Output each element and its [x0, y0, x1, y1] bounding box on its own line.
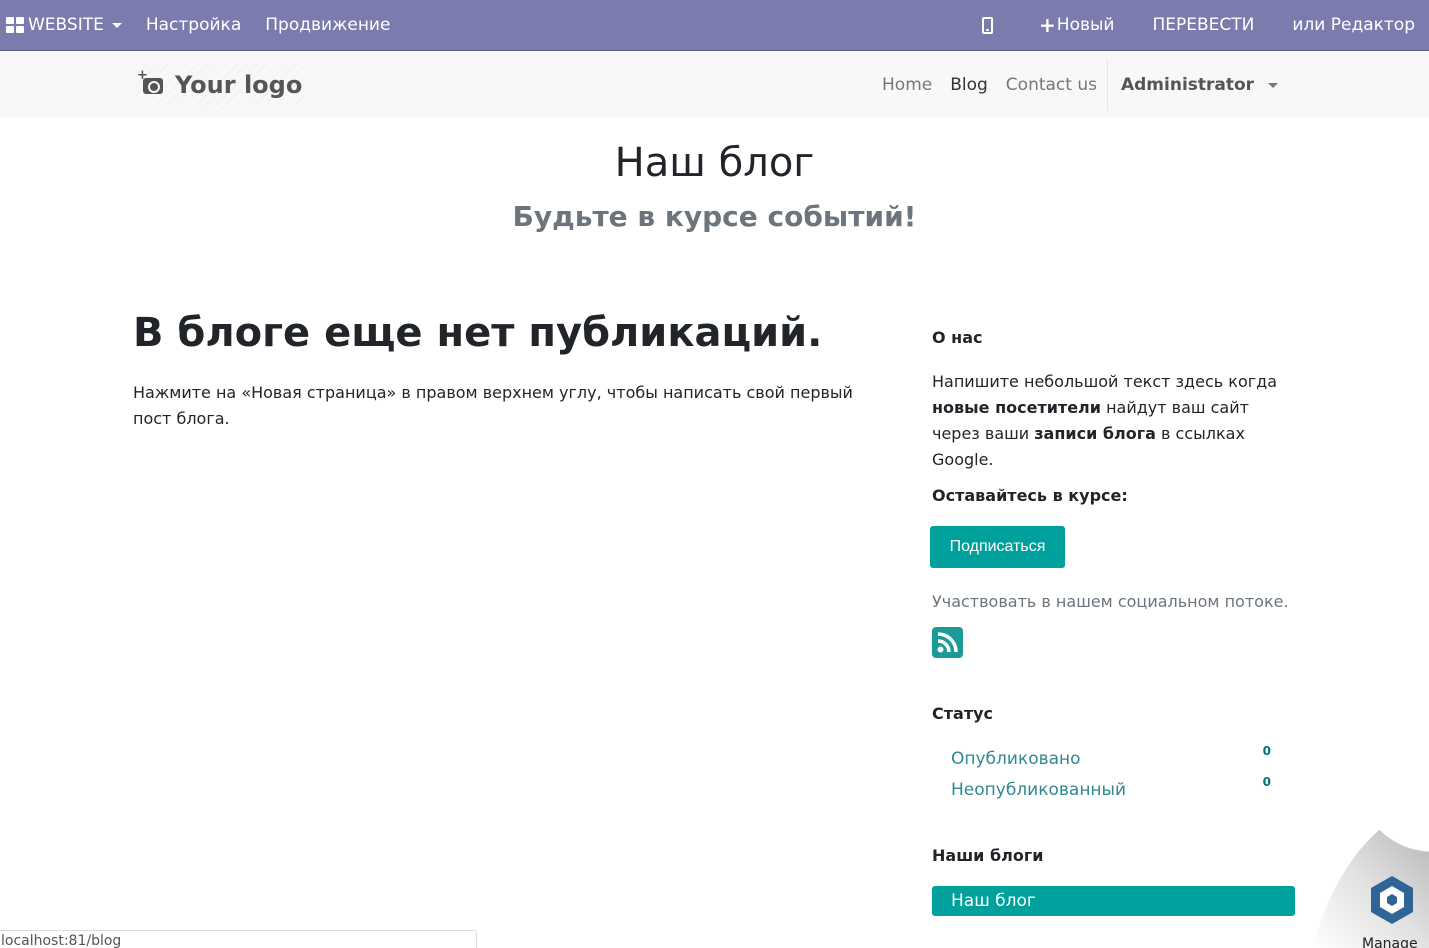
blog-title: Наш блог: [614, 140, 815, 186]
status-unpublished[interactable]: Неопубликованный 0: [951, 775, 1271, 800]
about-text-bold: записи блога: [1034, 424, 1156, 443]
new-label: Новый: [1056, 15, 1115, 35]
chevron-down-icon: [111, 22, 122, 28]
blogs-heading: Наши блоги: [932, 846, 1044, 865]
nav-contact[interactable]: Contact us: [997, 75, 1106, 95]
status-heading: Статус: [932, 704, 993, 723]
apps-grid-icon: [6, 17, 24, 33]
site-logo[interactable]: + Your logo: [133, 60, 308, 110]
user-name: Administrator: [1120, 75, 1255, 95]
status-label: Неопубликованный: [951, 780, 1127, 800]
blog-subtitle: Будьте в курсе событий!: [512, 200, 917, 233]
about-heading: О нас: [932, 328, 983, 347]
mobile-preview-button[interactable]: [956, 0, 1019, 50]
editor-button[interactable]: или Редактор: [1272, 0, 1429, 50]
apps-menu-button[interactable]: WEBSITE: [0, 0, 134, 50]
camera-add-icon: +: [137, 68, 163, 94]
status-published[interactable]: Опубликовано 0: [951, 744, 1271, 769]
manage-page-curl[interactable]: [1304, 830, 1429, 948]
page-curl-icon: [1312, 830, 1429, 948]
menu-promote[interactable]: Продвижение: [253, 0, 402, 50]
about-text-bold: новые посетители: [932, 398, 1101, 417]
logo-text: Your logo: [175, 71, 303, 99]
browser-status-url: localhost:81/blog: [0, 930, 477, 948]
app-name: WEBSITE: [28, 15, 104, 35]
nav-divider: [1106, 59, 1108, 111]
rss-feed-link[interactable]: [932, 627, 963, 658]
blog-list-item-active[interactable]: Наш блог: [932, 886, 1295, 916]
nav-blog[interactable]: Blog: [941, 75, 997, 95]
follow-heading: Оставайтесь в курсе:: [932, 486, 1128, 505]
site-navbar: + Your logo Home Blog Contact us Adminis…: [0, 52, 1429, 118]
status-count: 0: [1262, 775, 1271, 789]
about-text: Напишите небольшой текст здесь когда нов…: [932, 369, 1297, 473]
status-label: Опубликовано: [951, 749, 1081, 769]
user-menu[interactable]: Administrator: [1110, 75, 1289, 95]
rss-icon: [937, 632, 958, 653]
nav-home[interactable]: Home: [873, 75, 941, 95]
nav-links: Home Blog Contact us Administrator: [873, 52, 1289, 118]
plus-icon: +: [1039, 13, 1056, 37]
admin-topbar: WEBSITE Настройка Продвижение + Новый ПЕ…: [0, 0, 1429, 51]
manage-label: Manage: [1362, 936, 1418, 948]
mobile-phone-icon: [982, 16, 994, 34]
menu-settings[interactable]: Настройка: [134, 0, 253, 50]
empty-state-title: В блоге еще нет публикаций.: [133, 310, 823, 356]
new-button[interactable]: + Новый: [1019, 0, 1134, 50]
status-count: 0: [1262, 744, 1271, 758]
empty-state-text: Нажмите на «Новая страница» в правом вер…: [133, 383, 853, 428]
chevron-down-icon: [1268, 82, 1278, 88]
about-text-part: Напишите небольшой текст здесь когда: [932, 372, 1277, 391]
subscribe-button[interactable]: Подписаться: [930, 526, 1065, 568]
social-text: Участвовать в нашем социальном потоке.: [932, 592, 1289, 611]
translate-button[interactable]: ПЕРЕВЕСТИ: [1134, 0, 1272, 50]
